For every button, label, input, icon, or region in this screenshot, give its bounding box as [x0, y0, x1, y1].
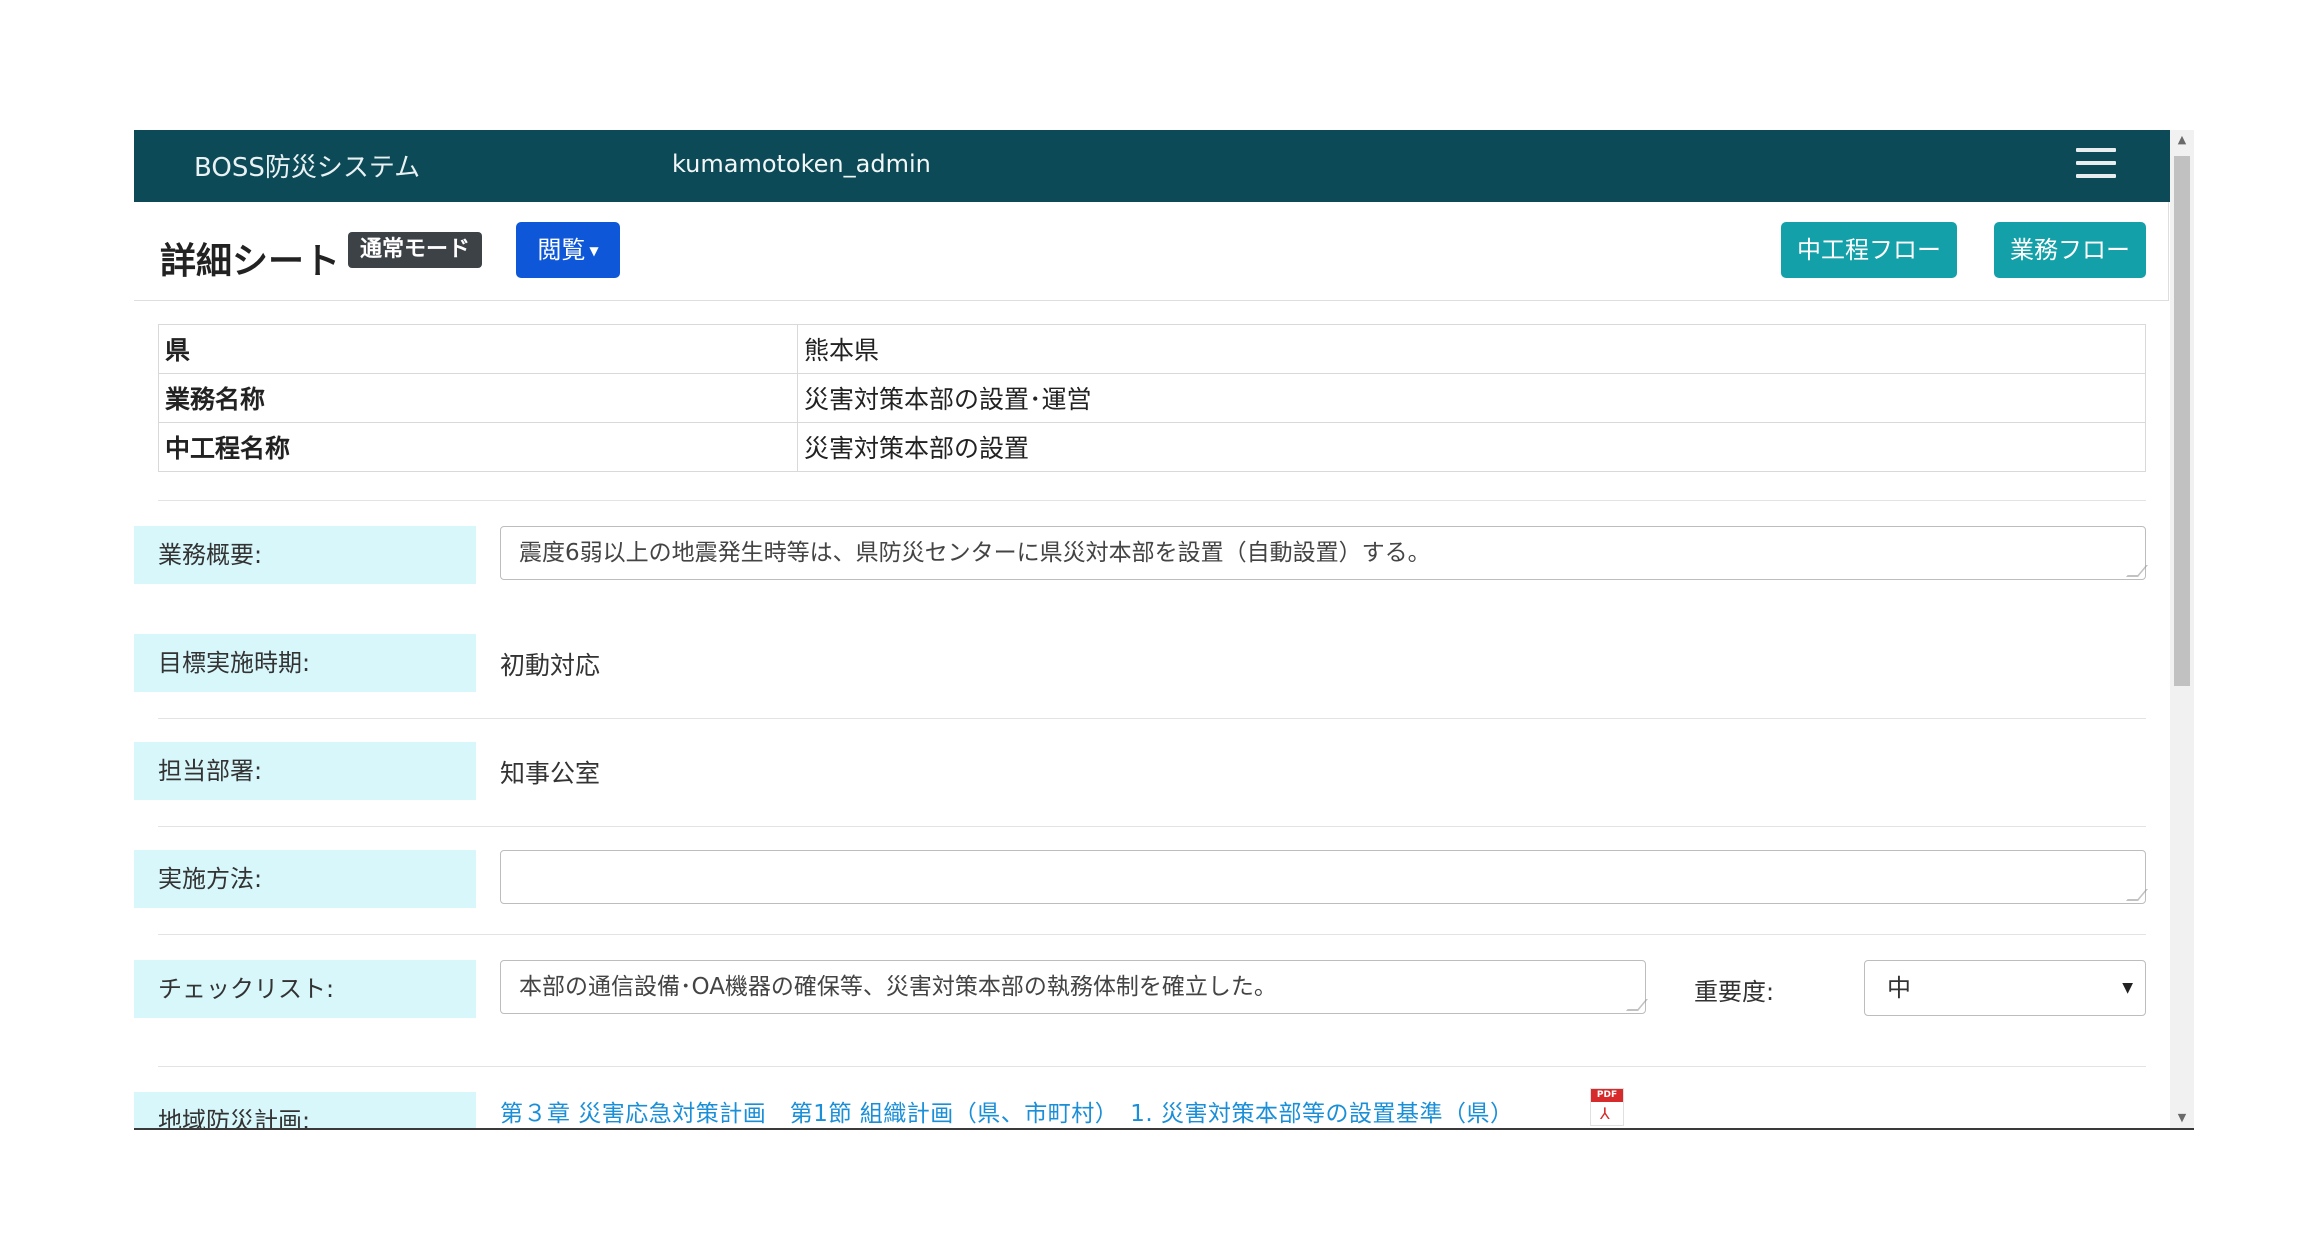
vertical-scrollbar[interactable]: ▲ ▼	[2170, 130, 2194, 1128]
importance-selected-value: 中	[1887, 974, 1911, 1002]
checklist-textarea[interactable]: 本部の通信設備･OA機器の確保等、災害対策本部の執務体制を確立した。	[500, 960, 1649, 1014]
regional-plan-link[interactable]: 第３章 災害応急対策計画 第1節 組織計画（県、市町村） 1. 災害対策本部等の…	[500, 1094, 1514, 1128]
table-cell-value: 熊本県	[797, 324, 2146, 374]
caret-down-icon: ▼	[589, 244, 599, 258]
table-row: 中工程名称 災害対策本部の設置	[158, 422, 2146, 472]
page-header: 詳細シート 通常モード 閲覧 ▼ 中工程フロー 業務フロー	[134, 202, 2169, 301]
department-value: 知事公室	[500, 759, 601, 788]
regional-plan-label: 地域防災計画:	[134, 1092, 476, 1128]
summary-text: 震度6弱以上の地震発生時等は、県防災センターに県災対本部を設置（自動設置）する。	[519, 540, 1431, 566]
brand-logo-text[interactable]: BOSS防災システム	[194, 147, 420, 184]
table-cell-value: 災害対策本部の設置･運営	[797, 373, 2146, 423]
table-row: 県 熊本県	[158, 324, 2146, 374]
summary-textarea[interactable]: 震度6弱以上の地震発生時等は、県防災センターに県災対本部を設置（自動設置）する。	[500, 526, 2149, 580]
resize-handle-icon[interactable]	[1625, 999, 1649, 1011]
browser-viewport: BOSS防災システム kumamotoken_admin ▲ ▼ 詳細シート 通…	[134, 130, 2194, 1130]
pdf-file-icon[interactable]: PDF ⅄	[1590, 1088, 1624, 1126]
target-period-value: 初動対応	[500, 651, 601, 680]
table-cell-label: 中工程名称	[158, 422, 798, 472]
resize-handle-icon[interactable]	[2125, 565, 2149, 577]
method-label: 実施方法:	[134, 850, 476, 908]
checklist-label: チェックリスト:	[134, 960, 476, 1018]
logged-in-user: kumamotoken_admin	[672, 150, 931, 178]
table-cell-label: 業務名称	[158, 373, 798, 423]
importance-label: 重要度:	[1694, 978, 1775, 1006]
importance-select[interactable]: 中 ▼	[1864, 960, 2146, 1016]
scroll-down-arrow-icon[interactable]: ▼	[2170, 1108, 2194, 1128]
gyomu-flow-button[interactable]: 業務フロー	[1994, 222, 2146, 278]
divider	[158, 826, 2146, 827]
department-label: 担当部署:	[134, 742, 476, 800]
info-table: 県 熊本県 業務名称 災害対策本部の設置･運営 中工程名称 災害対策本部の設置	[158, 324, 2146, 472]
method-textarea[interactable]	[500, 850, 2149, 904]
table-row: 業務名称 災害対策本部の設置･運営	[158, 373, 2146, 423]
resize-handle-icon[interactable]	[2125, 889, 2149, 901]
scroll-thumb[interactable]	[2174, 156, 2190, 686]
view-dropdown-button[interactable]: 閲覧 ▼	[516, 222, 620, 278]
acrobat-swoosh-icon: ⅄	[1600, 1104, 1610, 1123]
divider	[158, 718, 2146, 719]
chukotei-flow-button[interactable]: 中工程フロー	[1781, 222, 1957, 278]
table-cell-label: 県	[158, 324, 798, 374]
page-title: 詳細シート	[160, 241, 341, 282]
mode-badge: 通常モード	[348, 232, 483, 268]
divider	[158, 1066, 2146, 1067]
hamburger-menu-icon[interactable]	[2076, 148, 2116, 182]
view-button-label: 閲覧	[537, 236, 586, 264]
top-navbar: BOSS防災システム kumamotoken_admin	[134, 130, 2170, 202]
scroll-up-arrow-icon[interactable]: ▲	[2170, 130, 2194, 150]
summary-label: 業務概要:	[134, 526, 476, 584]
select-arrow-icon: ▼	[2122, 980, 2133, 996]
table-cell-value: 災害対策本部の設置	[797, 422, 2146, 472]
divider	[158, 934, 2146, 935]
pdf-label-text: PDF	[1591, 1089, 1623, 1102]
target-period-label: 目標実施時期:	[134, 634, 476, 692]
divider	[158, 500, 2146, 501]
checklist-text: 本部の通信設備･OA機器の確保等、災害対策本部の執務体制を確立した。	[519, 974, 1277, 1000]
